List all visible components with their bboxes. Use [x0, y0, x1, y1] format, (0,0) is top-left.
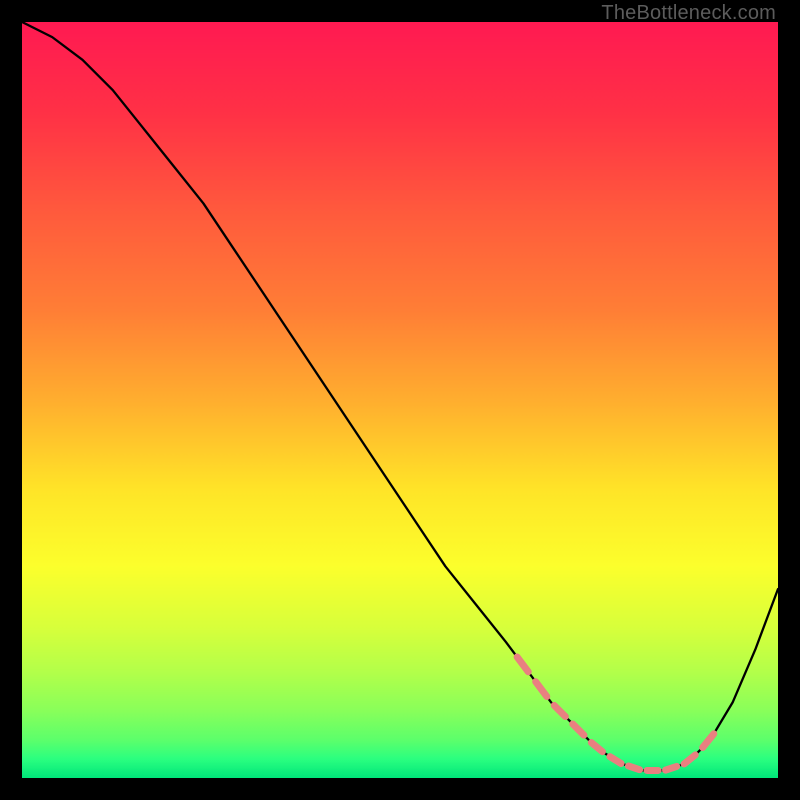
- highlight-dash: [666, 766, 677, 770]
- highlight-dash: [517, 657, 528, 672]
- plot-area: [22, 22, 778, 778]
- bottleneck-curve: [22, 22, 778, 770]
- optimal-range-highlight: [517, 657, 714, 770]
- highlight-dash: [554, 705, 565, 716]
- highlight-dash: [610, 757, 621, 764]
- curve-layer: [22, 22, 778, 778]
- highlight-dash: [628, 766, 639, 770]
- highlight-dash: [703, 734, 714, 748]
- watermark-text: TheBottleneck.com: [601, 2, 776, 25]
- highlight-dash: [591, 743, 602, 752]
- highlight-dash: [536, 682, 547, 697]
- highlight-dash: [573, 724, 584, 735]
- chart-frame: TheBottleneck.com: [0, 0, 800, 800]
- highlight-dash: [684, 755, 695, 764]
